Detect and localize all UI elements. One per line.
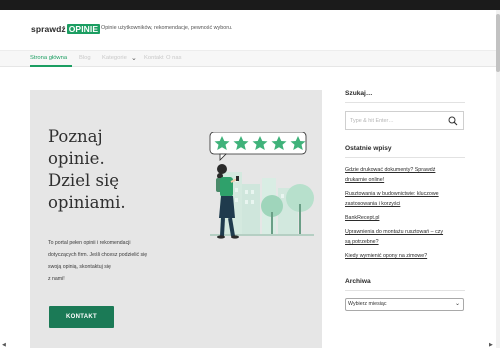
post-link-line: Rusztowania w budownictwie: kluczowe	[345, 191, 439, 197]
scroll-right-icon[interactable]: ▶	[489, 342, 493, 348]
hero-desc-line: dotyczących firm. Jeśli chcesz podzielić…	[48, 252, 148, 258]
recent-post-link[interactable]: Uprawnienia do montażu rusztowań – czy s…	[345, 227, 465, 247]
hero-banner: Poznaj opinie. Dziel się opiniami. To po…	[30, 90, 322, 348]
scrollbar-thumb[interactable]	[496, 14, 500, 72]
nav-item-about[interactable]: O nas	[166, 55, 181, 61]
scroll-left-icon[interactable]: ◀	[2, 342, 6, 348]
nav-item-categories[interactable]: Kategorie	[102, 55, 127, 61]
hero-title-line: Dziel się	[48, 171, 119, 190]
post-link-line: są potrzebne?	[345, 239, 379, 245]
chevron-down-icon[interactable]: ⌄	[131, 54, 137, 62]
hero-desc-line: swoją opinią, skontaktuj się	[48, 264, 111, 270]
main-navigation: Strona główna Blog Kategorie ⌄ Kontakt O…	[0, 50, 496, 67]
search-box	[345, 111, 464, 130]
chevron-down-icon: ⌄	[454, 301, 460, 307]
post-link-line: Kiedy wymienić opony na zimowe?	[345, 253, 428, 259]
site-tagline: Opinie użytkowników, rekomendacje, pewno…	[101, 25, 233, 31]
archive-select[interactable]: Wybierz miesiąc ⌄	[345, 298, 464, 311]
nav-item-contact[interactable]: Kontakt	[144, 55, 164, 61]
post-link-line: drukarnie online!	[345, 177, 385, 183]
recent-post-link[interactable]: Gdzie drukować dokumenty? Sprawdź drukar…	[345, 165, 465, 185]
hero-title: Poznaj opinie. Dziel się opiniami.	[48, 126, 168, 214]
recent-post-link[interactable]: BankRecept.pl	[345, 213, 465, 223]
recent-post-link[interactable]: Kiedy wymienić opony na zimowe?	[345, 251, 465, 261]
divider	[345, 157, 465, 158]
divider	[345, 290, 465, 291]
site-header: sprawdź OPINIE Opinie użytkowników, rekom…	[0, 10, 496, 50]
search-input[interactable]	[350, 112, 446, 129]
logo-text-part2: OPINIE	[66, 24, 101, 34]
divider	[345, 102, 465, 103]
hero-desc-line: z nami!	[48, 276, 65, 282]
recent-posts-title: Ostatnie wpisy	[345, 145, 392, 152]
hero-title-line: opiniami.	[48, 193, 126, 212]
archive-title: Archiwa	[345, 278, 371, 285]
hero-title-line: opinie.	[48, 149, 105, 168]
hero-title-line: Poznaj	[48, 127, 103, 146]
hero-illustration	[206, 131, 318, 248]
contact-button[interactable]: KONTAKT	[49, 306, 114, 328]
nav-item-blog[interactable]: Blog	[79, 55, 91, 61]
logo-text-part1: sprawdź	[31, 24, 66, 34]
search-widget-title: Szukaj…	[345, 90, 373, 97]
archive-selected-value: Wybierz miesiąc	[348, 301, 387, 307]
post-link-line: Gdzie drukować dokumenty? Sprawdź	[345, 167, 436, 173]
post-link-line: zastosowania i korzyści	[345, 201, 401, 207]
site-logo[interactable]: sprawdź OPINIE	[31, 24, 101, 34]
post-link-line: Uprawnienia do montażu rusztowań – czy	[345, 229, 444, 235]
active-nav-underline	[30, 65, 72, 67]
hero-desc-line: To portal pełen opinii i rekomendacji	[48, 240, 131, 246]
recent-post-link[interactable]: Rusztowania w budownictwie: kluczowe zas…	[345, 189, 465, 209]
search-icon[interactable]	[448, 116, 458, 126]
hero-description: To portal pełen opinii i rekomendacji do…	[48, 237, 178, 285]
top-dark-bar	[0, 0, 500, 10]
post-link-line: BankRecept.pl	[345, 215, 380, 221]
nav-item-home[interactable]: Strona główna	[30, 55, 67, 61]
